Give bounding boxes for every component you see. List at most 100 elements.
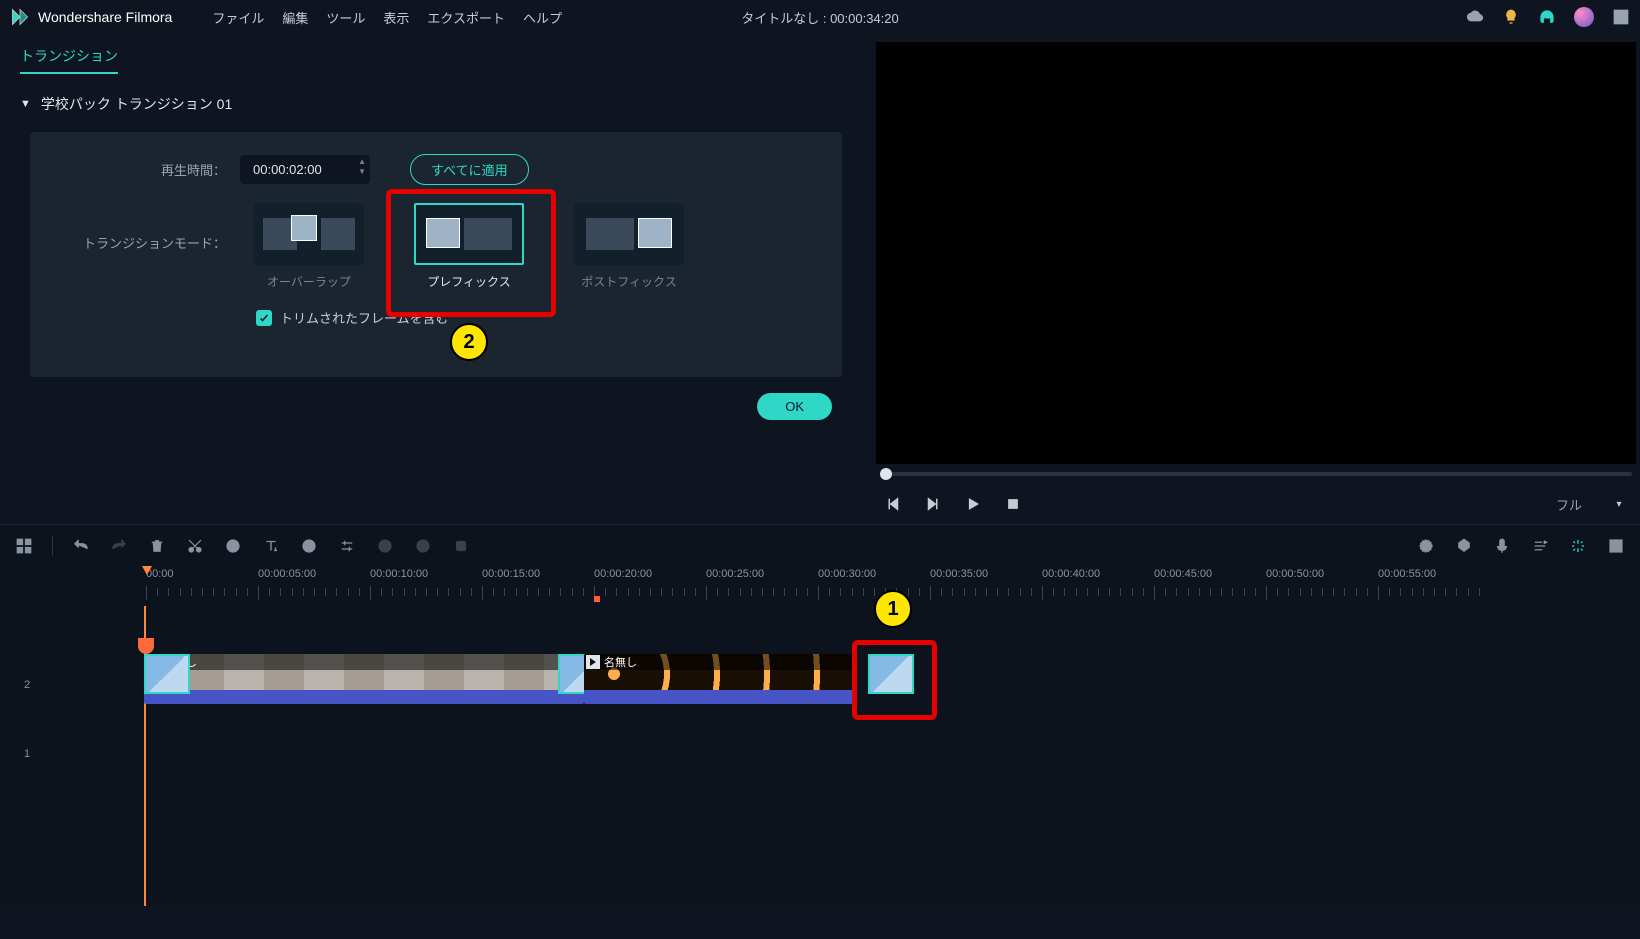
ruler-label: 00:00:20:00	[594, 568, 652, 580]
user-avatar[interactable]	[1574, 7, 1594, 27]
prev-frame-button[interactable]	[884, 495, 902, 513]
render-icon[interactable]	[1416, 536, 1436, 556]
effects-icon	[413, 536, 433, 556]
playback-slider[interactable]	[872, 464, 1640, 484]
menu-help[interactable]: ヘルプ	[523, 8, 562, 27]
layout-grid-icon[interactable]	[14, 536, 34, 556]
mic-icon[interactable]	[1492, 536, 1512, 556]
chevron-down-icon[interactable]: ▾	[1610, 495, 1628, 513]
expand-icon[interactable]	[1606, 536, 1626, 556]
audio-track-row: 1	[0, 724, 1640, 784]
mode-prefix[interactable]: プレフィックス 2	[414, 203, 524, 290]
audio-mix-icon[interactable]	[1530, 536, 1550, 556]
spin-down-icon[interactable]: ▼	[358, 167, 366, 177]
ruler-label: 00:00:15:00	[482, 568, 540, 580]
mode-postfix[interactable]: ポストフィックス	[574, 203, 684, 290]
menu-file[interactable]: ファイル	[212, 8, 264, 27]
clip-2[interactable]: 名無し	[584, 654, 856, 704]
mode-postfix-thumb	[574, 203, 684, 265]
annotation-callout-1: 1	[874, 590, 912, 628]
preview-viewport[interactable]	[876, 42, 1636, 464]
apply-all-button[interactable]: すべてに適用	[410, 154, 529, 185]
mode-label: トランジションモード：	[60, 203, 240, 252]
transition-3-selected[interactable]	[868, 654, 914, 694]
play-button[interactable]	[964, 495, 982, 513]
timeline-toolbar	[0, 524, 1640, 566]
mode-postfix-label: ポストフィックス	[581, 273, 676, 290]
lightbulb-icon[interactable]	[1502, 8, 1520, 26]
speed-icon[interactable]	[299, 536, 319, 556]
menu-export[interactable]: エクスポート	[427, 8, 505, 27]
duration-input[interactable]: 00:00:02:00 ▲ ▼	[240, 155, 370, 184]
audio-track-num: 1	[24, 748, 30, 760]
mode-overlap[interactable]: オーバーラップ	[254, 203, 364, 290]
ruler-label: 00:00:05:00	[258, 568, 316, 580]
fullscreen-label[interactable]: フル	[1556, 495, 1582, 514]
project-title: タイトルなし : 00:00:34:20	[741, 8, 899, 27]
playhead-flag[interactable]	[142, 566, 152, 582]
ruler-label: 00:00:55:00	[1378, 568, 1436, 580]
video-track-num: 2	[24, 679, 30, 691]
section-header[interactable]: ▼ 学校パック トランジション 01	[0, 74, 872, 124]
clip-play-icon	[586, 655, 600, 669]
mode-prefix-label: プレフィックス	[427, 273, 510, 290]
ruler-row: 00:0000:00:05:0000:00:10:0000:00:15:0000…	[0, 566, 1640, 606]
transition-1[interactable]	[144, 654, 190, 694]
section-title: 学校パック トランジション 01	[41, 94, 232, 114]
preview-panel: フル ▾	[872, 34, 1640, 524]
caret-down-icon: ▼	[20, 98, 31, 110]
delete-icon[interactable]	[147, 536, 167, 556]
menubar: Wondershare Filmora ファイル 編集 ツール 表示 エクスポー…	[0, 0, 1640, 34]
menu-view[interactable]: 表示	[383, 8, 409, 27]
tab-transition[interactable]: トランジション	[20, 46, 118, 74]
include-trimmed-label: トリムされたフレームを含む	[280, 308, 449, 327]
marker-icon[interactable]	[1454, 536, 1474, 556]
video-track-head: 2	[0, 678, 140, 693]
app-name: Wondershare Filmora	[38, 9, 172, 25]
keyframe-icon	[451, 536, 471, 556]
undo-icon[interactable]	[71, 536, 91, 556]
stop-button[interactable]	[1004, 495, 1022, 513]
mode-prefix-thumb	[414, 203, 524, 265]
ruler-label: 00:00:10:00	[370, 568, 428, 580]
annotation-callout-2: 2	[450, 323, 488, 361]
duration-label: 再生時間：	[60, 160, 240, 179]
adjust-icon[interactable]	[337, 536, 357, 556]
mode-overlap-thumb	[254, 203, 364, 265]
menu-edit[interactable]: 編集	[282, 8, 308, 27]
ok-button[interactable]: OK	[757, 393, 832, 420]
checkbox-checked-icon	[256, 310, 272, 326]
text-icon[interactable]	[261, 536, 281, 556]
slider-knob[interactable]	[880, 468, 892, 480]
properties-card: 再生時間： 00:00:02:00 ▲ ▼ すべてに適用 トランジションモード：	[30, 132, 842, 377]
app-logo-icon	[10, 7, 30, 27]
menu-tools[interactable]: ツール	[326, 8, 365, 27]
audio-track-body[interactable]	[140, 715, 1640, 793]
auto-icon[interactable]	[1568, 536, 1588, 556]
duration-value[interactable]: 00:00:02:00	[240, 155, 370, 184]
include-trimmed-checkbox[interactable]: トリムされたフレームを含む	[256, 308, 812, 327]
cut-icon[interactable]	[185, 536, 205, 556]
spin-up-icon[interactable]: ▲	[358, 157, 366, 167]
ruler-label: 00:00:40:00	[1042, 568, 1100, 580]
clip-1[interactable]: 名無し	[144, 654, 584, 704]
redo-icon	[109, 536, 129, 556]
ruler-label: 00:00:45:00	[1154, 568, 1212, 580]
color-icon	[375, 536, 395, 556]
mode-overlap-label: オーバーラップ	[267, 273, 351, 290]
cloud-icon[interactable]	[1466, 8, 1484, 26]
ruler-label: 00:00:35:00	[930, 568, 988, 580]
headset-icon[interactable]	[1538, 8, 1556, 26]
menu-items: ファイル 編集 ツール 表示 エクスポート ヘルプ	[212, 8, 562, 27]
timeline-tracks: 2 名無し 名無し 1 1	[0, 606, 1640, 906]
video-track-row: 2 名無し 名無し 1	[0, 646, 1640, 724]
clip2-label: 名無し	[604, 654, 637, 670]
next-frame-button[interactable]	[924, 495, 942, 513]
ruler-label: 00:00:50:00	[1266, 568, 1324, 580]
layout-icon[interactable]	[1612, 8, 1630, 26]
audio-track-head: 1	[0, 747, 140, 762]
video-track-body[interactable]: 名無し 名無し 1	[140, 646, 1640, 724]
ruler-label: 00:00:25:00	[706, 568, 764, 580]
crop-icon[interactable]	[223, 536, 243, 556]
ruler-label: 00:00:30:00	[818, 568, 876, 580]
